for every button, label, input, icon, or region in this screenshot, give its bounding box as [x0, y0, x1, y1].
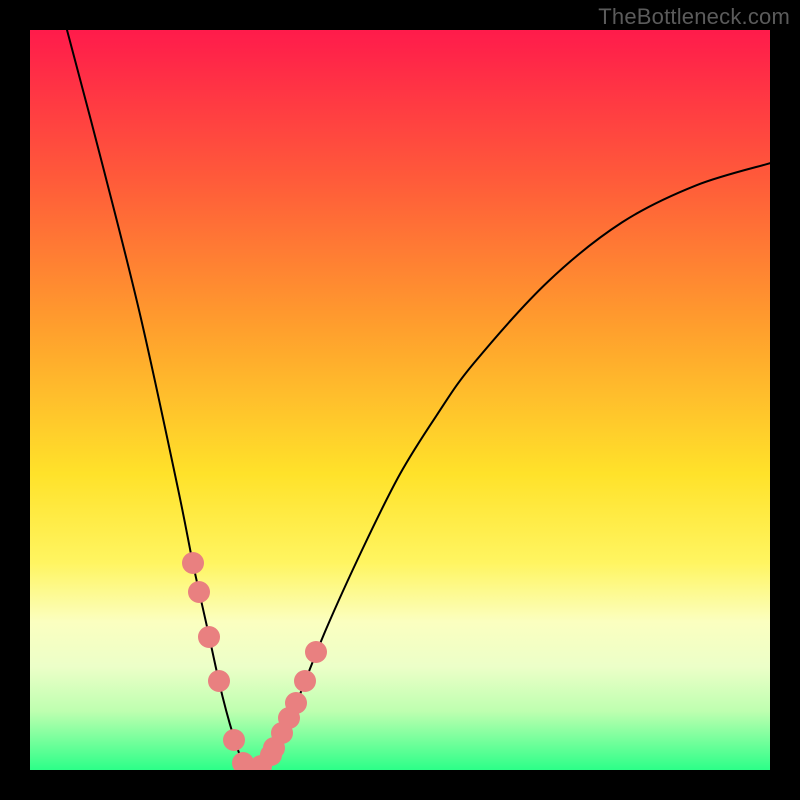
bottleneck-curve: [67, 30, 770, 770]
highlight-marker: [198, 626, 220, 648]
highlight-marker: [182, 552, 204, 574]
highlight-marker: [294, 670, 316, 692]
plot-area: [30, 30, 770, 770]
chart-frame: TheBottleneck.com: [0, 0, 800, 800]
highlight-marker: [305, 641, 327, 663]
highlight-marker: [208, 670, 230, 692]
curve-layer: [30, 30, 770, 770]
highlight-marker: [285, 692, 307, 714]
highlight-marker: [188, 581, 210, 603]
watermark-text: TheBottleneck.com: [598, 4, 790, 30]
highlight-marker: [223, 729, 245, 751]
